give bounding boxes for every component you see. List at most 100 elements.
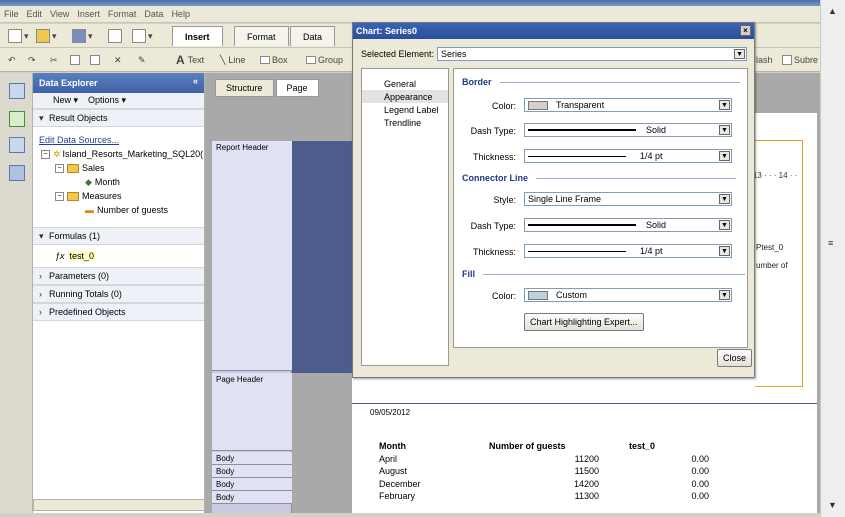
cell-guests[interactable]: 11300 — [489, 491, 629, 504]
formulas-section[interactable]: ▾ Formulas (1) — [33, 227, 204, 245]
flash-button[interactable]: lash — [756, 51, 773, 69]
cell-test[interactable]: 0.00 — [629, 454, 739, 467]
menu-edit[interactable]: Edit — [27, 9, 43, 19]
new-menu-button[interactable]: New ▾ — [53, 95, 78, 106]
border-dash-select[interactable]: Solid ▼ — [524, 123, 732, 137]
collapse-node-icon[interactable]: − — [55, 191, 64, 201]
connector-thickness-select[interactable]: 1/4 pt ▼ — [524, 244, 732, 258]
scroll-grip-icon[interactable]: ≡ — [828, 238, 833, 248]
find-icon[interactable] — [9, 165, 25, 181]
page-header-section[interactable]: Page Header — [212, 373, 292, 451]
data-explorer-icon[interactable] — [9, 83, 25, 99]
tab-insert[interactable]: Insert — [172, 26, 223, 46]
nav-trendline[interactable]: Trendline — [362, 116, 448, 129]
insert-group-button[interactable]: Group — [306, 51, 343, 69]
parameters-section[interactable]: › Parameters (0) — [33, 267, 204, 285]
delete-button[interactable]: ✕ — [114, 51, 122, 69]
collapse-icon[interactable]: « — [193, 76, 198, 86]
paste-button[interactable] — [90, 51, 102, 69]
cell-guests[interactable]: 11500 — [489, 466, 629, 479]
collapse-node-icon[interactable]: − — [55, 163, 64, 173]
month-node[interactable]: ◆ Month — [33, 175, 204, 189]
body-section[interactable]: Body — [212, 465, 292, 478]
chevron-down-icon[interactable]: ▼ — [719, 100, 730, 110]
selected-element-select[interactable]: Series ▼ — [437, 47, 748, 61]
insert-box-button[interactable]: Box — [260, 51, 288, 69]
menu-file[interactable]: File — [4, 9, 19, 19]
tab-structure[interactable]: Structure — [215, 79, 274, 97]
menu-help[interactable]: Help — [171, 9, 190, 19]
tab-page[interactable]: Page — [275, 79, 319, 97]
report-header-section[interactable]: Report Header — [212, 141, 292, 371]
menu-insert[interactable]: Insert — [77, 9, 100, 19]
sales-folder-node[interactable]: − Sales — [33, 161, 204, 175]
guests-node[interactable]: ▬ Number of guests — [33, 203, 204, 217]
window-vertical-scrollbar[interactable]: ▲ ≡ ▼ — [820, 0, 845, 517]
options-menu-button[interactable]: Options ▾ — [88, 95, 126, 106]
border-thickness-select[interactable]: 1/4 pt ▼ — [524, 149, 732, 163]
chevron-down-icon[interactable]: ▼ — [719, 125, 730, 135]
menu-data[interactable]: Data — [144, 9, 163, 19]
collapse-node-icon[interactable]: − — [41, 149, 50, 159]
measures-folder-node[interactable]: − Measures — [33, 189, 204, 203]
running-totals-section[interactable]: › Running Totals (0) — [33, 285, 204, 303]
chevron-down-icon[interactable]: ▼ — [734, 49, 746, 59]
format-painter-button[interactable]: ✎ — [138, 51, 146, 69]
redo-button[interactable]: ↷ — [28, 51, 36, 69]
export-button[interactable]: ▾ — [132, 27, 153, 45]
menu-view[interactable]: View — [50, 9, 69, 19]
formula-item[interactable]: ƒx test_0 — [33, 249, 204, 263]
nav-legend-label[interactable]: Legend Label — [362, 103, 448, 116]
edit-data-sources-link[interactable]: Edit Data Sources... — [39, 135, 119, 145]
fill-color-select[interactable]: Custom ▼ — [524, 288, 732, 302]
menu-format[interactable]: Format — [108, 9, 137, 19]
save-button[interactable]: ▾ — [72, 27, 93, 45]
new-document-button[interactable]: ▾ — [8, 27, 29, 45]
cell-month[interactable]: February — [379, 491, 489, 504]
navigate-icon[interactable] — [9, 111, 25, 127]
chevron-down-icon[interactable]: ▼ — [719, 194, 730, 204]
chart-highlighting-expert-button[interactable]: Chart Highlighting Expert... — [524, 313, 644, 331]
universe-node[interactable]: − ✲ Island_Resorts_Marketing_SQL20( — [33, 147, 204, 161]
insert-line-button[interactable]: ╲ Line — [220, 51, 245, 69]
border-color-select[interactable]: Transparent ▼ — [524, 98, 732, 112]
open-button[interactable]: ▾ — [36, 27, 57, 45]
scroll-down-icon[interactable]: ▼ — [828, 500, 837, 510]
chevron-down-icon[interactable]: ▼ — [719, 220, 730, 230]
body-section[interactable]: Body — [212, 478, 292, 491]
close-icon[interactable]: × — [740, 25, 751, 36]
predefined-objects-section[interactable]: › Predefined Objects — [33, 303, 204, 321]
chevron-down-icon[interactable]: ▼ — [719, 151, 730, 161]
header-guests[interactable]: Number of guests — [489, 441, 629, 454]
cell-test[interactable]: 0.00 — [629, 491, 739, 504]
header-test[interactable]: test_0 — [629, 441, 739, 454]
cell-test[interactable]: 0.00 — [629, 466, 739, 479]
undo-button[interactable]: ↶ — [8, 51, 16, 69]
header-month[interactable]: Month — [379, 441, 489, 454]
subreport-button[interactable]: Subre — [782, 51, 818, 69]
result-objects-section[interactable]: ▾ Result Objects — [33, 109, 204, 127]
chevron-down-icon[interactable]: ▼ — [719, 246, 730, 256]
cell-guests[interactable]: 11200 — [489, 454, 629, 467]
cell-month[interactable]: December — [379, 479, 489, 492]
explorer-horizontal-scrollbar[interactable] — [33, 499, 205, 511]
connector-style-select[interactable]: Single Line Frame ▼ — [524, 192, 732, 206]
close-button[interactable]: Close — [717, 349, 753, 367]
cell-month[interactable]: April — [379, 454, 489, 467]
nav-appearance[interactable]: Appearance — [362, 90, 448, 103]
tab-data[interactable]: Data — [290, 26, 336, 46]
body-section[interactable]: Body — [212, 491, 292, 504]
insert-text-button[interactable]: A Text — [176, 51, 204, 69]
tab-format[interactable]: Format — [234, 26, 289, 46]
print-button[interactable] — [108, 27, 124, 45]
cell-test[interactable]: 0.00 — [629, 479, 739, 492]
scroll-up-icon[interactable]: ▲ — [828, 6, 837, 16]
cut-button[interactable]: ✂ — [50, 51, 58, 69]
connector-dash-select[interactable]: Solid ▼ — [524, 218, 732, 232]
copy-button[interactable] — [70, 51, 82, 69]
nav-general[interactable]: General — [362, 77, 448, 90]
outline-icon[interactable] — [9, 137, 25, 153]
cell-month[interactable]: August — [379, 466, 489, 479]
chevron-down-icon[interactable]: ▼ — [719, 290, 730, 300]
cell-guests[interactable]: 14200 — [489, 479, 629, 492]
